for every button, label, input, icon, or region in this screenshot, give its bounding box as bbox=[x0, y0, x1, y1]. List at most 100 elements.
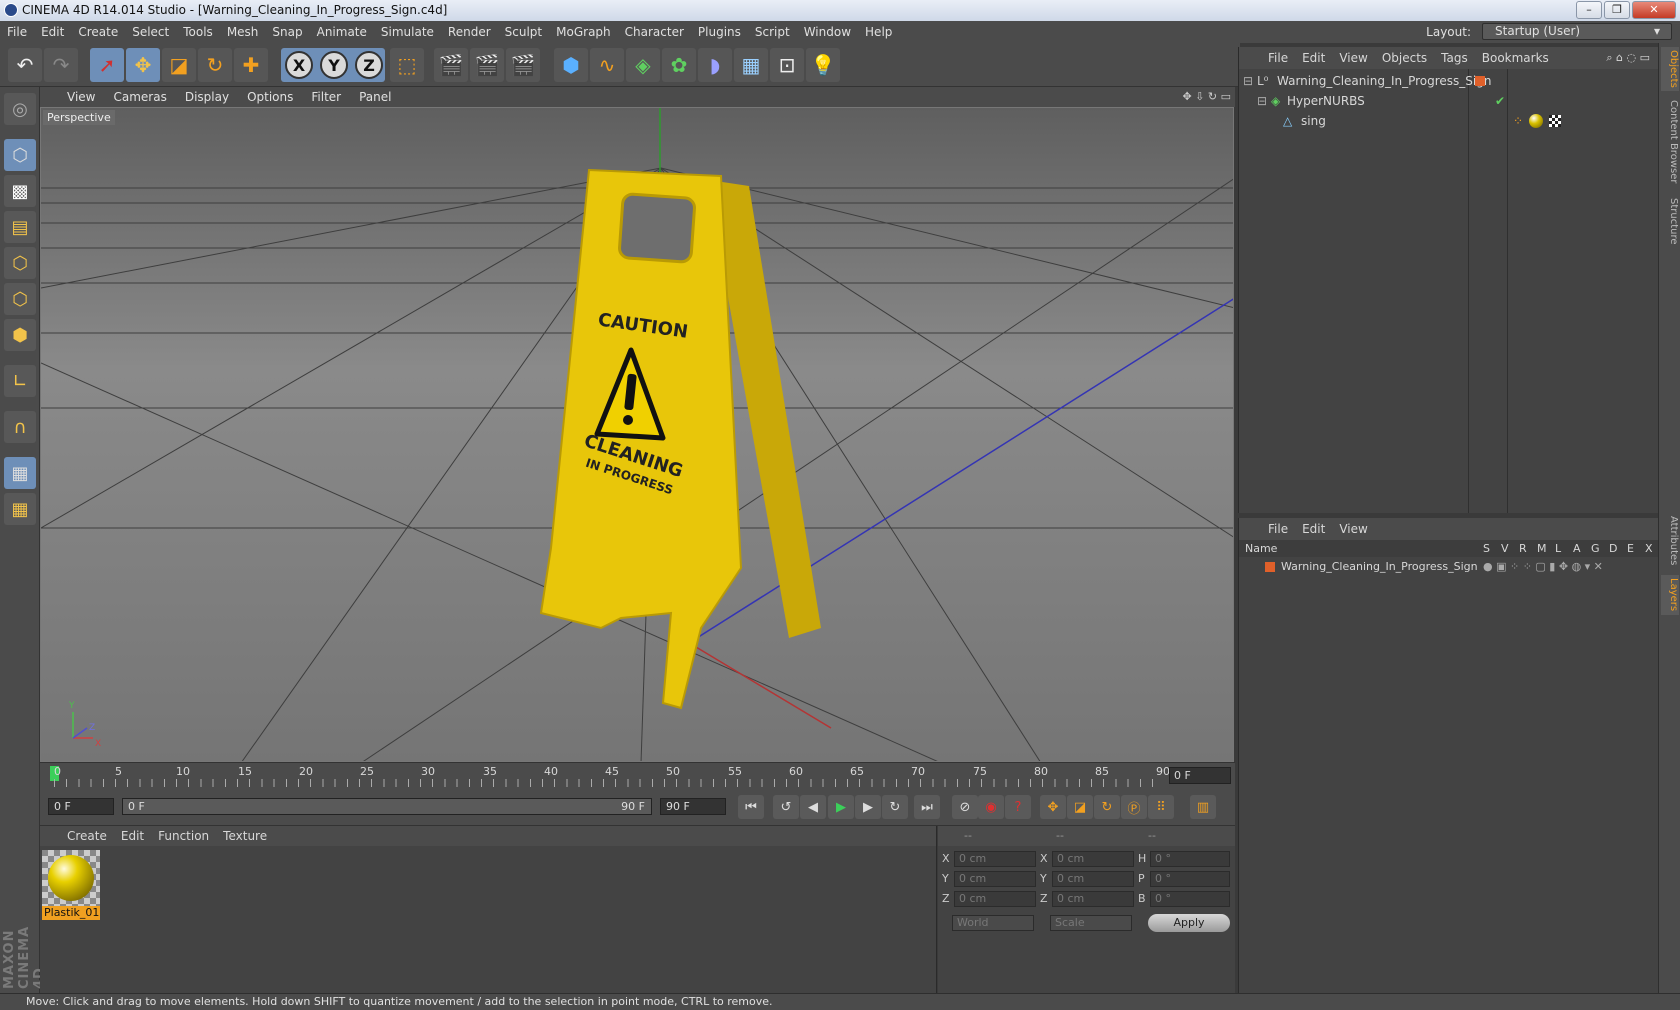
add-camera-button[interactable]: ⊡ bbox=[770, 48, 804, 82]
polygons-mode-button[interactable]: ⬢ bbox=[4, 319, 36, 351]
menu-mograph[interactable]: MoGraph bbox=[549, 21, 618, 43]
current-frame-field[interactable]: 0 F bbox=[1169, 767, 1231, 784]
menu-snap[interactable]: Snap bbox=[265, 21, 309, 43]
add-spline-button[interactable]: ∿ bbox=[590, 48, 624, 82]
material-menu-edit[interactable]: Edit bbox=[114, 826, 151, 846]
menu-tools[interactable]: Tools bbox=[176, 21, 220, 43]
layer-row[interactable]: Warning_Cleaning_In_Progress_Sign ● ▣ ⁘ … bbox=[1239, 558, 1659, 576]
maximize-button[interactable]: ❐ bbox=[1604, 1, 1630, 19]
material-tag-icon[interactable] bbox=[1529, 114, 1543, 128]
edges-mode-button[interactable]: ⬡ bbox=[4, 283, 36, 315]
material-menu-create[interactable]: Create bbox=[60, 826, 114, 846]
timeline-ruler[interactable]: 0 5 10 15 20 25 30 35 40 45 50 55 60 65 … bbox=[40, 762, 1235, 788]
render-view-button[interactable]: 🎬 bbox=[434, 48, 468, 82]
key-position-button[interactable]: ✥ bbox=[1040, 795, 1066, 819]
live-selection-button[interactable]: ➚ bbox=[90, 48, 124, 82]
menu-render[interactable]: Render bbox=[441, 21, 498, 43]
axis-mode-button[interactable]: ∟ bbox=[4, 365, 36, 397]
menu-create[interactable]: Create bbox=[71, 21, 125, 43]
material-menu-texture[interactable]: Texture bbox=[216, 826, 274, 846]
locked-workplane-button[interactable]: ▦ bbox=[4, 457, 36, 489]
make-editable-button[interactable]: ◎ bbox=[4, 93, 36, 125]
start-frame-field[interactable]: 0 F bbox=[48, 798, 114, 815]
timeline-window-button[interactable]: ▥ bbox=[1190, 795, 1216, 819]
tab-layers[interactable]: Layers bbox=[1661, 575, 1679, 615]
layer-menu-edit[interactable]: Edit bbox=[1295, 518, 1332, 540]
object-row[interactable]: ⊟ L⁰ Warning_Cleaning_In_Progress_Sign bbox=[1239, 71, 1659, 91]
collapse-icon[interactable]: ⊟ bbox=[1257, 91, 1267, 111]
texture-mode-button[interactable]: ▩ bbox=[4, 175, 36, 207]
material-menu-function[interactable]: Function bbox=[151, 826, 216, 846]
apply-button[interactable]: Apply bbox=[1148, 914, 1230, 932]
add-deformer-button[interactable]: ◗ bbox=[698, 48, 732, 82]
add-nurbs-button[interactable]: ◈ bbox=[626, 48, 660, 82]
viewport-menu-cameras[interactable]: Cameras bbox=[104, 87, 175, 107]
recent-tool-button[interactable]: ✚ bbox=[234, 48, 268, 82]
menu-plugins[interactable]: Plugins bbox=[691, 21, 748, 43]
render-picture-viewer-button[interactable]: 🎬 bbox=[470, 48, 504, 82]
key-scale-button[interactable]: ◪ bbox=[1067, 795, 1093, 819]
object-search-icon[interactable]: ⌕ ⌂ ◌ ▭ bbox=[1606, 47, 1650, 69]
record-keys-button[interactable]: ⊘ bbox=[952, 795, 978, 819]
layer-col-d[interactable]: D bbox=[1609, 540, 1617, 557]
minimize-button[interactable]: – bbox=[1576, 1, 1602, 19]
coord-mode-dropdown[interactable]: Scale bbox=[1050, 915, 1132, 931]
layer-col-s[interactable]: S bbox=[1483, 540, 1490, 557]
layer-menu-file[interactable]: File bbox=[1261, 518, 1295, 540]
undo-button[interactable]: ↶ bbox=[8, 48, 42, 82]
model-mode-button[interactable]: ⬡ bbox=[4, 139, 36, 171]
viewport-menu-options[interactable]: Options bbox=[238, 87, 302, 107]
next-frame-button[interactable]: ▶ bbox=[855, 795, 881, 819]
coordinate-system-button[interactable]: ⬚ bbox=[390, 48, 424, 82]
play-button[interactable]: ▶ bbox=[828, 795, 854, 819]
menu-animate[interactable]: Animate bbox=[310, 21, 374, 43]
frame-range-slider[interactable]: 0 F 90 F bbox=[122, 798, 652, 815]
menu-sculpt[interactable]: Sculpt bbox=[498, 21, 549, 43]
viewport-menu-panel[interactable]: Panel bbox=[350, 87, 400, 107]
tab-objects[interactable]: Objects bbox=[1661, 47, 1679, 91]
object-menu-objects[interactable]: Objects bbox=[1375, 47, 1434, 69]
tab-structure[interactable]: Structure bbox=[1661, 193, 1679, 249]
coord-size-y-field[interactable]: 0 cm bbox=[1052, 871, 1134, 887]
edit-render-settings-button[interactable]: 🎬 bbox=[506, 48, 540, 82]
add-cube-button[interactable]: ⬢ bbox=[554, 48, 588, 82]
scale-tool-button[interactable]: ◪ bbox=[162, 48, 196, 82]
add-floor-button[interactable]: ▦ bbox=[734, 48, 768, 82]
close-button[interactable]: ✕ bbox=[1632, 1, 1676, 19]
previous-keyframe-button[interactable]: ↺ bbox=[773, 795, 799, 819]
key-parameter-button[interactable]: Ⓟ bbox=[1121, 795, 1147, 819]
coord-rot-b-field[interactable]: 0 ° bbox=[1150, 891, 1230, 907]
previous-frame-button[interactable]: ◀ bbox=[800, 795, 826, 819]
key-pla-button[interactable]: ⠿ bbox=[1148, 795, 1174, 819]
workplane-mode-button[interactable]: ▤ bbox=[4, 211, 36, 243]
snap-button[interactable]: ∩ bbox=[4, 411, 36, 443]
layer-col-m[interactable]: M bbox=[1537, 540, 1547, 557]
viewport-menu-filter[interactable]: Filter bbox=[302, 87, 350, 107]
object-row[interactable]: ⊟ ◈ HyperNURBS ✔ bbox=[1239, 91, 1659, 111]
next-keyframe-button[interactable]: ↻ bbox=[882, 795, 908, 819]
object-menu-bookmarks[interactable]: Bookmarks bbox=[1475, 47, 1556, 69]
menu-help[interactable]: Help bbox=[858, 21, 899, 43]
enabled-check-icon[interactable]: ✔ bbox=[1495, 91, 1505, 111]
object-menu-edit[interactable]: Edit bbox=[1295, 47, 1332, 69]
viewport-menu-view[interactable]: View bbox=[58, 87, 104, 107]
layout-dropdown[interactable]: Startup (User) ▾ bbox=[1482, 23, 1672, 40]
coord-pos-y-field[interactable]: 0 cm bbox=[954, 871, 1036, 887]
coord-space-dropdown[interactable]: World bbox=[952, 915, 1034, 931]
add-array-button[interactable]: ✿ bbox=[662, 48, 696, 82]
coord-size-z-field[interactable]: 0 cm bbox=[1052, 891, 1134, 907]
menu-mesh[interactable]: Mesh bbox=[220, 21, 266, 43]
object-menu-view[interactable]: View bbox=[1332, 47, 1374, 69]
layer-col-l[interactable]: L bbox=[1555, 540, 1561, 557]
layer-toggle-icons[interactable]: ● ▣ ⁘ ⁘ ▢ ▮ ✥ ◍ ▾ ✕ bbox=[1483, 558, 1603, 576]
go-to-start-button[interactable]: ⏮ bbox=[738, 795, 764, 819]
y-axis-button[interactable]: Y bbox=[320, 51, 348, 79]
menu-edit[interactable]: Edit bbox=[34, 21, 71, 43]
end-frame-field[interactable]: 90 F bbox=[660, 798, 726, 815]
object-menu-file[interactable]: File bbox=[1261, 47, 1295, 69]
layer-col-r[interactable]: R bbox=[1519, 540, 1527, 557]
go-to-end-button[interactable]: ⏭ bbox=[914, 795, 940, 819]
autokeying-button[interactable]: ◉ bbox=[978, 795, 1004, 819]
menu-file[interactable]: File bbox=[0, 21, 34, 43]
coord-pos-x-field[interactable]: 0 cm bbox=[954, 851, 1036, 867]
